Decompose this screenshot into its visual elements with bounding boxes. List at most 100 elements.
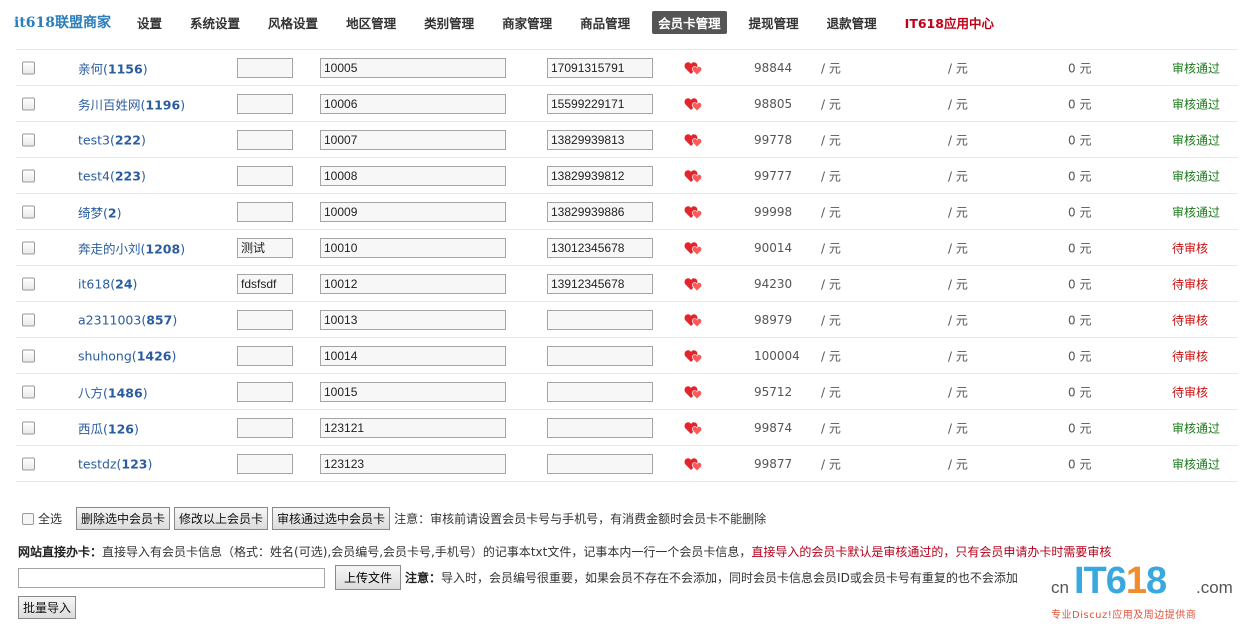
row-checkbox[interactable] (22, 169, 35, 182)
phone-input[interactable] (547, 57, 653, 78)
nav-withdraw-management[interactable]: 提现管理 (743, 11, 805, 34)
member-name-link[interactable]: 务川百姓网(1196) (78, 94, 185, 113)
nav-app-center[interactable]: IT618应用中心 (899, 11, 1000, 34)
member-name-link[interactable]: shuhong(1426) (78, 348, 176, 363)
recharge-amount: / 元 (948, 241, 968, 255)
member-no-input[interactable] (320, 417, 506, 438)
approve-selected-button[interactable]: 审核通过选中会员卡 (272, 507, 391, 530)
heart-icon[interactable] (684, 276, 704, 292)
nav-region-management[interactable]: 地区管理 (340, 11, 402, 34)
batch-import-button[interactable]: 批量导入 (18, 596, 77, 619)
member-name-link[interactable]: 八方(1486) (78, 382, 148, 401)
member-no-input[interactable] (320, 201, 506, 222)
member-name-link[interactable]: test3(222) (78, 132, 146, 147)
row-checkbox[interactable] (22, 133, 35, 146)
table-actions: 全选 删除选中会员卡 修改以上会员卡 审核通过选中会员卡 注意：审核前请设置会员… (22, 507, 766, 530)
remark-input[interactable] (237, 129, 293, 150)
modify-cards-button[interactable]: 修改以上会员卡 (174, 507, 269, 530)
member-no-input[interactable] (320, 129, 506, 150)
select-all[interactable]: 全选 (22, 510, 62, 527)
file-path-input[interactable] (18, 567, 325, 588)
member-name-link[interactable]: test4(223) (78, 168, 146, 183)
upload-file-button[interactable]: 上传文件 (335, 565, 402, 590)
phone-input[interactable] (547, 381, 653, 402)
nav-system-settings[interactable]: 系统设置 (184, 11, 246, 34)
status-badge: 审核通过 (1172, 133, 1221, 147)
heart-icon[interactable] (684, 204, 704, 220)
phone-input[interactable] (547, 273, 653, 294)
heart-icon[interactable] (684, 168, 704, 184)
remark-input[interactable] (237, 93, 293, 114)
row-checkbox[interactable] (22, 313, 35, 326)
phone-input[interactable] (547, 453, 653, 474)
heart-icon[interactable] (684, 132, 704, 148)
remark-input[interactable] (237, 309, 293, 330)
phone-input[interactable] (547, 237, 653, 258)
heart-icon[interactable] (684, 420, 704, 436)
nav-category-management[interactable]: 类别管理 (418, 11, 480, 34)
member-no-input[interactable] (320, 309, 506, 330)
member-no-input[interactable] (320, 237, 506, 258)
recharge-amount: / 元 (948, 277, 968, 291)
heart-icon[interactable] (684, 348, 704, 364)
status-badge: 审核通过 (1172, 61, 1221, 75)
member-name-link[interactable]: 绮梦(2) (78, 202, 122, 221)
member-name-link[interactable]: 奔走的小刘(1208) (78, 238, 185, 257)
heart-icon[interactable] (684, 96, 704, 112)
nav-settings[interactable]: 设置 (131, 11, 168, 34)
select-all-checkbox[interactable] (22, 512, 34, 525)
member-name-link[interactable]: testdz(123) (78, 456, 152, 471)
heart-icon[interactable] (684, 384, 704, 400)
remark-input[interactable] (237, 345, 293, 366)
row-checkbox[interactable] (22, 97, 35, 110)
row-checkbox[interactable] (22, 205, 35, 218)
delete-selected-button[interactable]: 删除选中会员卡 (76, 507, 171, 530)
member-no-input[interactable] (320, 165, 506, 186)
remark-input[interactable] (237, 273, 293, 294)
remark-input[interactable] (237, 57, 293, 78)
phone-input[interactable] (547, 129, 653, 150)
member-no-input[interactable] (320, 381, 506, 402)
remark-input[interactable] (237, 417, 293, 438)
heart-icon[interactable] (684, 60, 704, 76)
remark-input[interactable] (237, 237, 293, 258)
member-name-link[interactable]: 西瓜(126) (78, 418, 139, 437)
remark-input[interactable] (237, 381, 293, 402)
member-name-link[interactable]: 亲何(1156) (78, 58, 148, 77)
remark-input[interactable] (237, 201, 293, 222)
phone-input[interactable] (547, 165, 653, 186)
nav-refund-management[interactable]: 退款管理 (821, 11, 883, 34)
remark-input[interactable] (237, 453, 293, 474)
member-no-input[interactable] (320, 93, 506, 114)
nav-merchant-management[interactable]: 商家管理 (496, 11, 558, 34)
phone-input[interactable] (547, 93, 653, 114)
nav-membercard-management[interactable]: 会员卡管理 (652, 10, 727, 34)
row-checkbox[interactable] (22, 457, 35, 470)
member-no-input[interactable] (320, 345, 506, 366)
row-checkbox[interactable] (22, 349, 35, 362)
member-name-link[interactable]: a2311003(857) (78, 312, 177, 327)
balance-value: 0 元 (1068, 241, 1092, 255)
brand-title[interactable]: it618联盟商家 (14, 12, 111, 32)
logo-it6: IT6 (1074, 560, 1127, 602)
nav-product-management[interactable]: 商品管理 (574, 11, 636, 34)
row-checkbox[interactable] (22, 385, 35, 398)
row-checkbox[interactable] (22, 421, 35, 434)
row-checkbox[interactable] (22, 61, 35, 74)
nav-style-settings[interactable]: 风格设置 (262, 11, 324, 34)
remark-input[interactable] (237, 165, 293, 186)
member-no-input[interactable] (320, 453, 506, 474)
member-no-input[interactable] (320, 273, 506, 294)
member-no-input[interactable] (320, 57, 506, 78)
heart-icon[interactable] (684, 312, 704, 328)
phone-input[interactable] (547, 345, 653, 366)
table-row: 绮梦(2) 99998 / 元 / 元 0 元 审核通过 (16, 194, 1238, 230)
row-checkbox[interactable] (22, 277, 35, 290)
member-name-link[interactable]: it618(24) (78, 276, 137, 291)
phone-input[interactable] (547, 417, 653, 438)
row-checkbox[interactable] (22, 241, 35, 254)
phone-input[interactable] (547, 201, 653, 222)
phone-input[interactable] (547, 309, 653, 330)
heart-icon[interactable] (684, 456, 704, 472)
heart-icon[interactable] (684, 240, 704, 256)
